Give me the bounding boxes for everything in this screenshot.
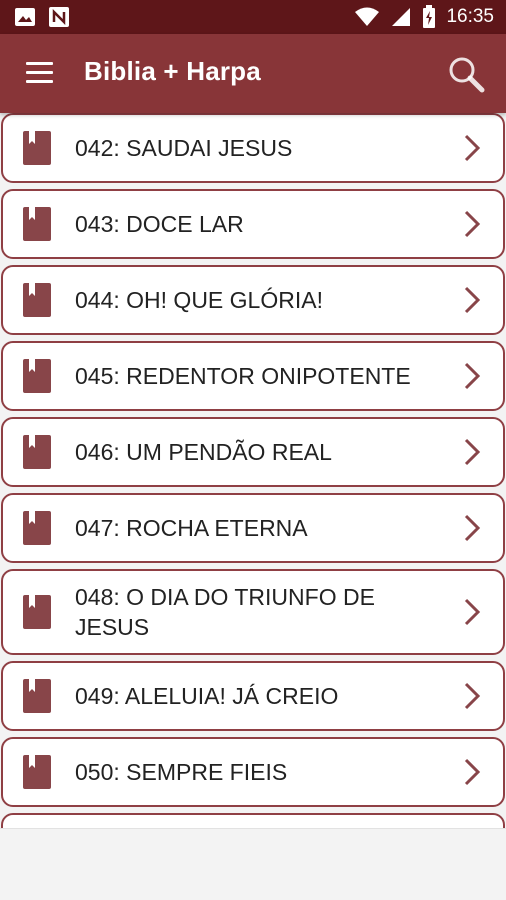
chevron-right-icon xyxy=(464,438,481,466)
search-icon[interactable] xyxy=(446,54,486,94)
bottom-area xyxy=(0,828,506,900)
wifi-icon xyxy=(355,7,380,26)
book-icon xyxy=(23,131,51,165)
battery-icon xyxy=(423,5,436,28)
hymn-title: 046: UM PENDÃO REAL xyxy=(75,439,332,465)
chevron-right-icon xyxy=(464,210,481,238)
signal-icon xyxy=(392,8,411,26)
book-icon xyxy=(23,283,51,317)
book-icon xyxy=(23,511,51,545)
chevron-right-icon xyxy=(464,758,481,786)
list-item[interactable]: 047: ROCHA ETERNA xyxy=(1,493,505,563)
status-bar: 16:35 xyxy=(0,0,506,34)
list-item[interactable]: 048: O DIA DO TRIUNFO DE JESUS xyxy=(1,569,505,655)
book-icon xyxy=(23,595,51,629)
hymn-title: 048: O DIA DO TRIUNFO DE JESUS xyxy=(75,584,375,640)
book-icon xyxy=(23,435,51,469)
book-icon xyxy=(23,755,51,789)
list-item[interactable]: 046: UM PENDÃO REAL xyxy=(1,417,505,487)
chevron-right-icon xyxy=(464,362,481,390)
hymn-title: 047: ROCHA ETERNA xyxy=(75,515,308,541)
hymn-title: 050: SEMPRE FIEIS xyxy=(75,759,288,785)
book-icon xyxy=(23,207,51,241)
book-icon xyxy=(23,359,51,393)
chevron-right-icon xyxy=(464,682,481,710)
chevron-right-icon xyxy=(464,514,481,542)
list-item[interactable]: 042: SAUDAI JESUS xyxy=(1,113,505,183)
hymn-title: 045: REDENTOR ONIPOTENTE xyxy=(75,363,411,389)
image-icon xyxy=(15,8,35,26)
book-icon xyxy=(23,679,51,713)
list-item[interactable] xyxy=(1,813,505,828)
hymn-title: 044: OH! QUE GLÓRIA! xyxy=(75,287,323,313)
list-item[interactable]: 049: ALELUIA! JÁ CREIO xyxy=(1,661,505,731)
app-bar: Biblia + Harpa xyxy=(0,34,506,113)
hymn-title: 043: DOCE LAR xyxy=(75,211,244,237)
chevron-right-icon xyxy=(464,598,481,626)
nfc-icon xyxy=(49,7,69,27)
list-item[interactable]: 045: REDENTOR ONIPOTENTE xyxy=(1,341,505,411)
chevron-right-icon xyxy=(464,286,481,314)
hymn-list[interactable]: 042: SAUDAI JESUS 043: DOCE LAR 044: OH!… xyxy=(0,113,506,828)
chevron-right-icon xyxy=(464,134,481,162)
menu-icon[interactable] xyxy=(26,62,54,84)
list-item[interactable]: 043: DOCE LAR xyxy=(1,189,505,259)
list-item[interactable]: 050: SEMPRE FIEIS xyxy=(1,737,505,807)
clock: 16:35 xyxy=(446,6,494,27)
hymn-title: 049: ALELUIA! JÁ CREIO xyxy=(75,683,339,709)
list-item[interactable]: 044: OH! QUE GLÓRIA! xyxy=(1,265,505,335)
app-title: Biblia + Harpa xyxy=(84,56,261,86)
hymn-title: 042: SAUDAI JESUS xyxy=(75,135,293,161)
